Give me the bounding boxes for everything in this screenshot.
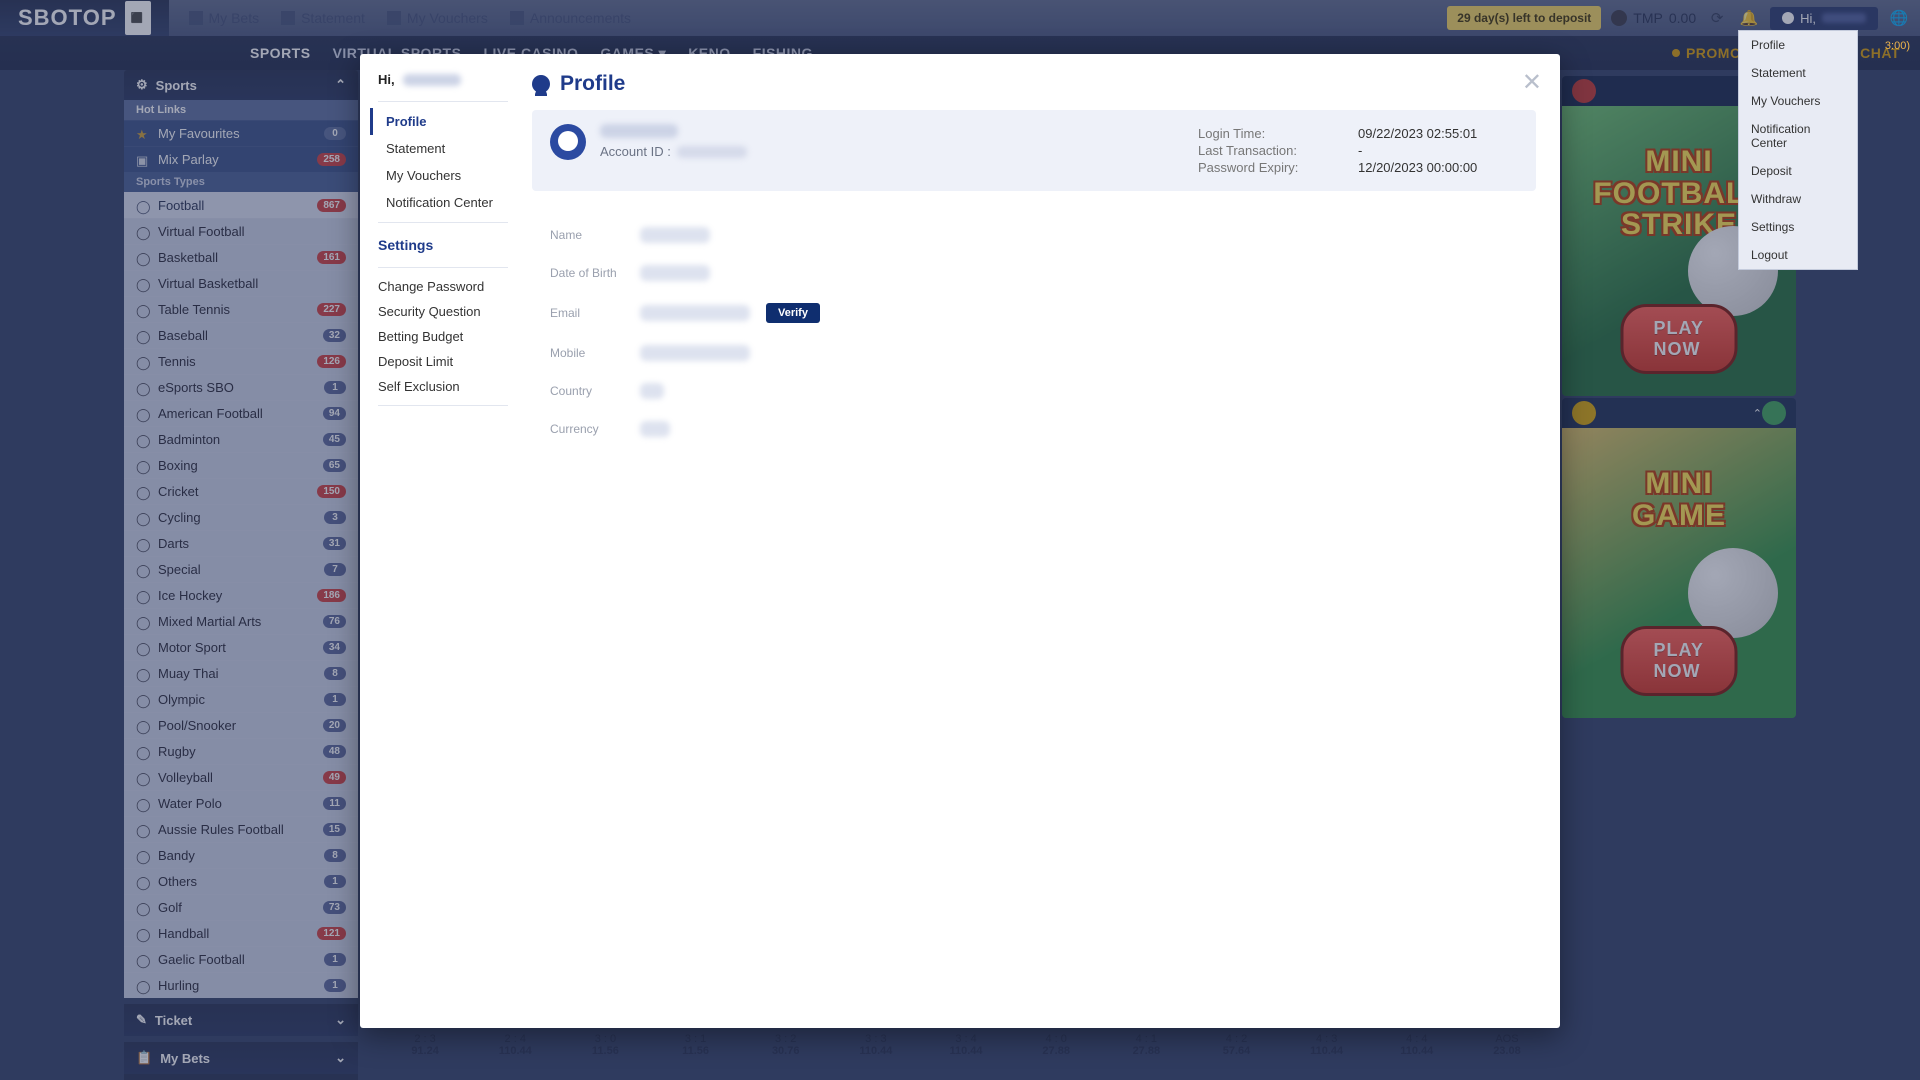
section-statement[interactable]: Statement — [378, 135, 508, 162]
user-menu-withdraw[interactable]: Withdraw — [1739, 185, 1857, 213]
settings-betting-budget[interactable]: Betting Budget — [378, 324, 508, 349]
account-meta: Login Time:09/22/2023 02:55:01 Last Tran… — [1198, 124, 1518, 177]
user-menu-statement[interactable]: Statement — [1739, 59, 1857, 87]
dob-value-blur — [640, 265, 710, 281]
verify-button[interactable]: Verify — [766, 303, 820, 323]
modal-sidebar: Hi, Profile Statement My Vouchers Notifi… — [360, 54, 508, 1028]
settings-self-exclusion[interactable]: Self Exclusion — [378, 374, 508, 399]
profile-fields: Name Date of Birth EmailVerify Mobile Co… — [532, 191, 1536, 473]
user-dropdown: Profile Statement My Vouchers Notificati… — [1738, 30, 1858, 270]
profile-modal: Hi, Profile Statement My Vouchers Notifi… — [360, 54, 1560, 1028]
country-value-blur — [640, 383, 664, 399]
avatar-icon — [550, 124, 586, 160]
user-menu-profile[interactable]: Profile — [1739, 31, 1857, 59]
email-value-blur — [640, 305, 750, 321]
section-vouchers[interactable]: My Vouchers — [378, 162, 508, 189]
settings-deposit-limit[interactable]: Deposit Limit — [378, 349, 508, 374]
section-profile[interactable]: Profile — [370, 108, 508, 135]
account-id-row: Account ID : — [600, 144, 747, 159]
modal-title: Profile — [532, 72, 1536, 96]
profile-icon — [532, 75, 550, 93]
settings-header: Settings — [378, 237, 508, 253]
display-name-blur — [600, 124, 678, 138]
modal-main: ✕ Profile Account ID : Login Time:09/22/… — [508, 54, 1560, 1028]
user-menu-notifications[interactable]: Notification Center — [1739, 115, 1857, 157]
modal-greeting: Hi, — [378, 72, 508, 87]
section-notifications[interactable]: Notification Center — [378, 189, 508, 216]
settings-security-question[interactable]: Security Question — [378, 299, 508, 324]
account-id-blur — [677, 146, 747, 158]
mobile-value-blur — [640, 345, 750, 361]
gmt-label: 3:00) — [1885, 40, 1910, 52]
username-blur — [403, 74, 461, 86]
account-section-list: Profile Statement My Vouchers Notificati… — [378, 101, 508, 223]
close-icon[interactable]: ✕ — [1522, 68, 1542, 97]
settings-change-password[interactable]: Change Password — [378, 274, 508, 299]
name-value-blur — [640, 227, 710, 243]
user-menu-deposit[interactable]: Deposit — [1739, 157, 1857, 185]
user-menu-settings[interactable]: Settings — [1739, 213, 1857, 241]
currency-value-blur — [640, 421, 670, 437]
account-summary-card: Account ID : Login Time:09/22/2023 02:55… — [532, 110, 1536, 191]
user-menu-logout[interactable]: Logout — [1739, 241, 1857, 269]
user-menu-vouchers[interactable]: My Vouchers — [1739, 87, 1857, 115]
settings-list: Change Password Security Question Bettin… — [378, 267, 508, 406]
